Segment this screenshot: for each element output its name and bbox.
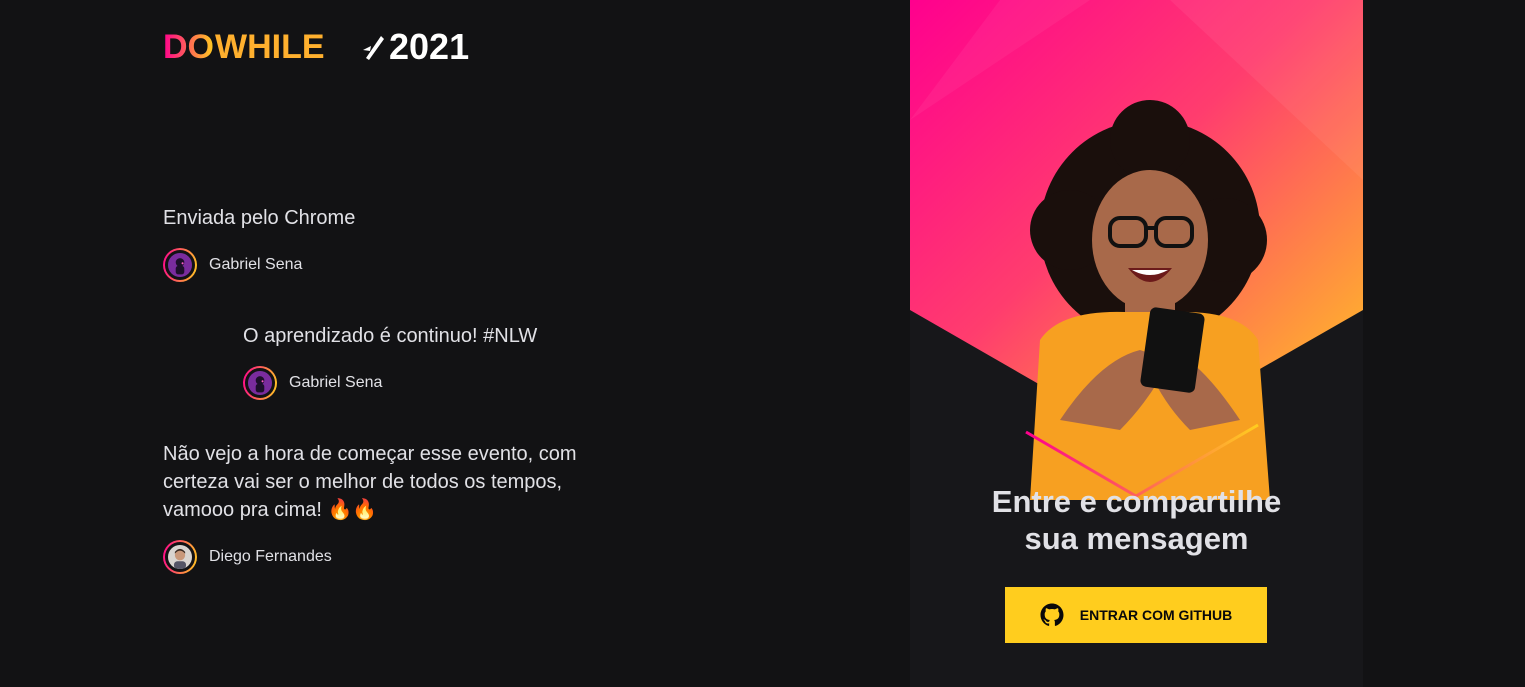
message-content: O aprendizado é continuo! #NLW	[243, 325, 538, 347]
login-title-line1: Entre e compartilhe	[991, 484, 1282, 519]
message-user: Gabriel Sena	[163, 248, 355, 282]
login-panel: Entre e compartilhe sua mensagem ENTRAR …	[910, 0, 1363, 687]
message-list: Enviada pelo Chrome Gabriel Sena O apren…	[163, 0, 683, 687]
github-icon	[1040, 603, 1064, 627]
login-title: Entre e compartilhe sua mensagem	[910, 483, 1363, 557]
avatar-person-photo-icon	[168, 545, 192, 569]
message-item: Enviada pelo Chrome Gabriel Sena	[163, 204, 355, 282]
avatar	[163, 248, 197, 282]
page: DO WHILE 2021 Enviada pelo Chrome Gabrie…	[0, 0, 1525, 687]
message-item: Não vejo a hora de começar esse evento, …	[163, 440, 603, 574]
user-name: Diego Fernandes	[209, 548, 332, 565]
avatar-purple-character-icon	[168, 253, 192, 277]
message-user: Diego Fernandes	[163, 540, 603, 574]
login-title-line2: sua mensagem	[1024, 521, 1249, 556]
avatar	[163, 540, 197, 574]
message-user: Gabriel Sena	[243, 366, 537, 400]
avatar-purple-character-icon	[248, 371, 272, 395]
github-login-button[interactable]: ENTRAR COM GITHUB	[1005, 587, 1267, 643]
github-button-label: ENTRAR COM GITHUB	[1079, 607, 1233, 623]
message-content: Não vejo a hora de começar esse evento, …	[163, 443, 577, 521]
hero-banner	[910, 0, 1363, 500]
user-name: Gabriel Sena	[209, 256, 303, 273]
user-name: Gabriel Sena	[289, 374, 383, 391]
message-content: Enviada pelo Chrome	[163, 207, 356, 229]
message-item: O aprendizado é continuo! #NLW Gabriel S…	[243, 322, 537, 400]
avatar	[243, 366, 277, 400]
